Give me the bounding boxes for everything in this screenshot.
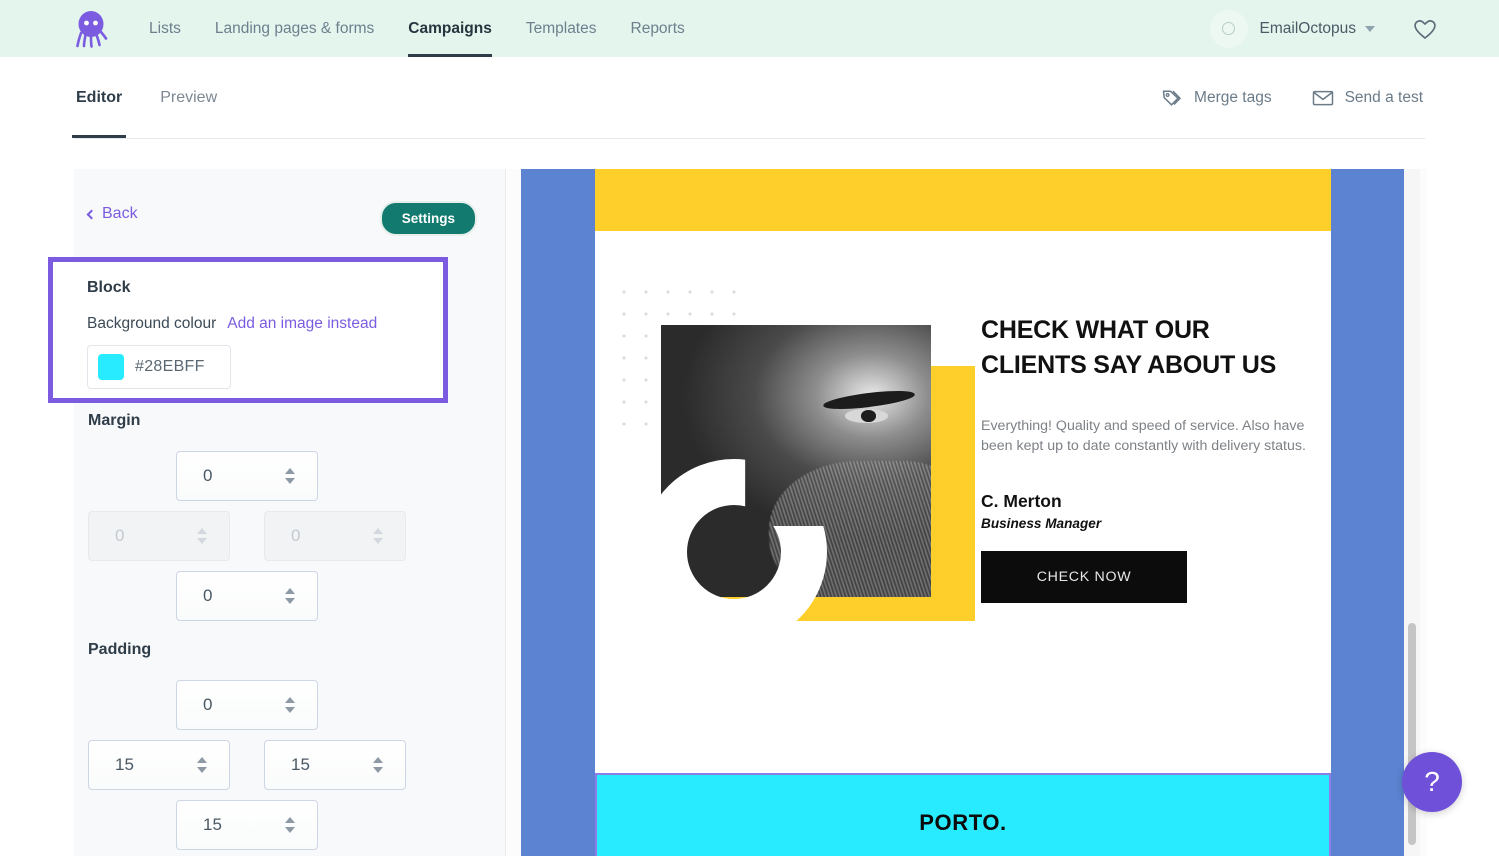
back-button[interactable]: Back — [86, 205, 138, 223]
padding-right-stepper[interactable]: 15 — [264, 740, 406, 790]
padding-controls: 0 15 15 15 — [74, 680, 506, 860]
testimonial-section: CHECK WHAT OUR CLIENTS SAY ABOUT US Ever… — [595, 231, 1331, 773]
chevron-down-icon[interactable] — [1365, 25, 1375, 32]
padding-bottom-arrows[interactable] — [285, 817, 295, 833]
testimonial-author-name[interactable]: C. Merton — [981, 491, 1311, 512]
avatar[interactable] — [1209, 9, 1248, 48]
testimonial-text-column: CHECK WHAT OUR CLIENTS SAY ABOUT US Ever… — [981, 313, 1311, 603]
tag-icon — [1161, 88, 1183, 108]
margin-bottom-stepper[interactable]: 0 — [176, 571, 318, 621]
margin-section-label: Margin — [88, 412, 141, 429]
send-a-test-label: Send a test — [1344, 89, 1423, 106]
primary-nav-links: Lists Landing pages & forms Campaigns Te… — [132, 0, 702, 57]
padding-right-arrows[interactable] — [373, 757, 383, 773]
padding-top-stepper[interactable]: 0 — [176, 680, 318, 730]
merge-tags-button[interactable]: Merge tags — [1161, 88, 1272, 108]
margin-left-arrows — [197, 528, 207, 544]
account-area: EmailOctopus — [1209, 9, 1437, 48]
block-section-title: Block — [87, 279, 131, 296]
nav-link-campaigns[interactable]: Campaigns — [391, 0, 509, 57]
add-an-image-instead-link[interactable]: Add an image instead — [227, 315, 377, 333]
margin-top-stepper[interactable]: 0 — [176, 451, 318, 501]
settings-button[interactable]: Settings — [379, 201, 477, 236]
margin-controls: 0 0 0 0 — [74, 451, 506, 631]
padding-bottom-value: 15 — [203, 815, 222, 834]
merge-tags-label: Merge tags — [1194, 89, 1272, 106]
padding-right-value: 15 — [291, 755, 310, 774]
padding-bottom-stepper[interactable]: 15 — [176, 800, 318, 850]
margin-bottom-arrows[interactable] — [285, 588, 295, 604]
panel-header: Back Settings — [74, 169, 505, 241]
send-a-test-button[interactable]: Send a test — [1312, 89, 1423, 107]
email-outer-background: CHECK WHAT OUR CLIENTS SAY ABOUT US Ever… — [521, 169, 1419, 856]
nav-link-lists[interactable]: Lists — [132, 0, 198, 57]
background-colour-input[interactable]: #28EBFF — [87, 345, 231, 389]
nav-link-landing-pages[interactable]: Landing pages & forms — [198, 0, 391, 57]
email-top-band[interactable] — [595, 169, 1331, 231]
padding-top-arrows[interactable] — [285, 697, 295, 713]
tab-editor[interactable]: Editor — [71, 71, 127, 138]
padding-left-stepper[interactable]: 15 — [88, 740, 230, 790]
margin-left-stepper: 0 — [88, 511, 230, 561]
padding-left-arrows[interactable] — [197, 757, 207, 773]
testimonial-heading[interactable]: CHECK WHAT OUR CLIENTS SAY ABOUT US — [981, 313, 1311, 382]
editor-sub-navigation: Editor Preview Merge tags Send a test — [0, 57, 1499, 139]
nav-link-templates[interactable]: Templates — [509, 0, 614, 57]
heart-icon[interactable] — [1413, 18, 1437, 40]
canvas-scrollbar-thumb[interactable] — [1408, 623, 1416, 845]
margin-top-value: 0 — [203, 466, 213, 485]
check-now-button[interactable]: CHECK NOW — [981, 550, 1187, 603]
margin-left-value: 0 — [115, 526, 125, 545]
margin-bottom-value: 0 — [203, 586, 213, 605]
padding-section-label: Padding — [88, 641, 152, 658]
colour-swatch[interactable] — [98, 354, 124, 380]
block-section-card: Block Background colour Add an image ins… — [48, 257, 448, 403]
margin-top-arrows[interactable] — [285, 468, 295, 484]
subnav-actions: Merge tags Send a test — [1161, 88, 1423, 108]
margin-right-arrows — [373, 528, 383, 544]
tab-preview[interactable]: Preview — [158, 71, 219, 125]
background-colour-label: Background colour — [87, 315, 217, 332]
nav-link-reports[interactable]: Reports — [614, 0, 702, 57]
envelope-icon — [1312, 89, 1334, 107]
email-canvas: CHECK WHAT OUR CLIENTS SAY ABOUT US Ever… — [507, 169, 1427, 856]
margin-right-stepper: 0 — [264, 511, 406, 561]
colour-hex-value: #28EBFF — [135, 358, 205, 375]
help-button[interactable]: ? — [1402, 752, 1462, 812]
octopus-logo[interactable] — [70, 8, 112, 50]
block-settings-panel: Back Settings Block Background colour Ad… — [48, 169, 506, 856]
padding-top-value: 0 — [203, 695, 213, 714]
top-navigation-bar: Lists Landing pages & forms Campaigns Te… — [0, 0, 1499, 57]
testimonial-photo-block[interactable] — [613, 281, 975, 651]
testimonial-author-role[interactable]: Business Manager — [981, 516, 1311, 531]
back-label: Back — [102, 205, 138, 222]
avatar-ring-icon — [1222, 22, 1236, 35]
account-name[interactable]: EmailOctopus — [1260, 20, 1356, 38]
selected-footer-block[interactable]: PORTO. — [595, 773, 1331, 856]
email-body: CHECK WHAT OUR CLIENTS SAY ABOUT US Ever… — [595, 169, 1331, 856]
testimonial-paragraph[interactable]: Everything! Quality and speed of service… — [981, 416, 1311, 457]
chevron-left-icon — [86, 209, 97, 219]
margin-right-value: 0 — [291, 526, 301, 545]
background-colour-row: Background colour Add an image instead — [87, 315, 377, 333]
padding-left-value: 15 — [115, 755, 134, 774]
porto-logo-text: PORTO. — [919, 810, 1007, 835]
